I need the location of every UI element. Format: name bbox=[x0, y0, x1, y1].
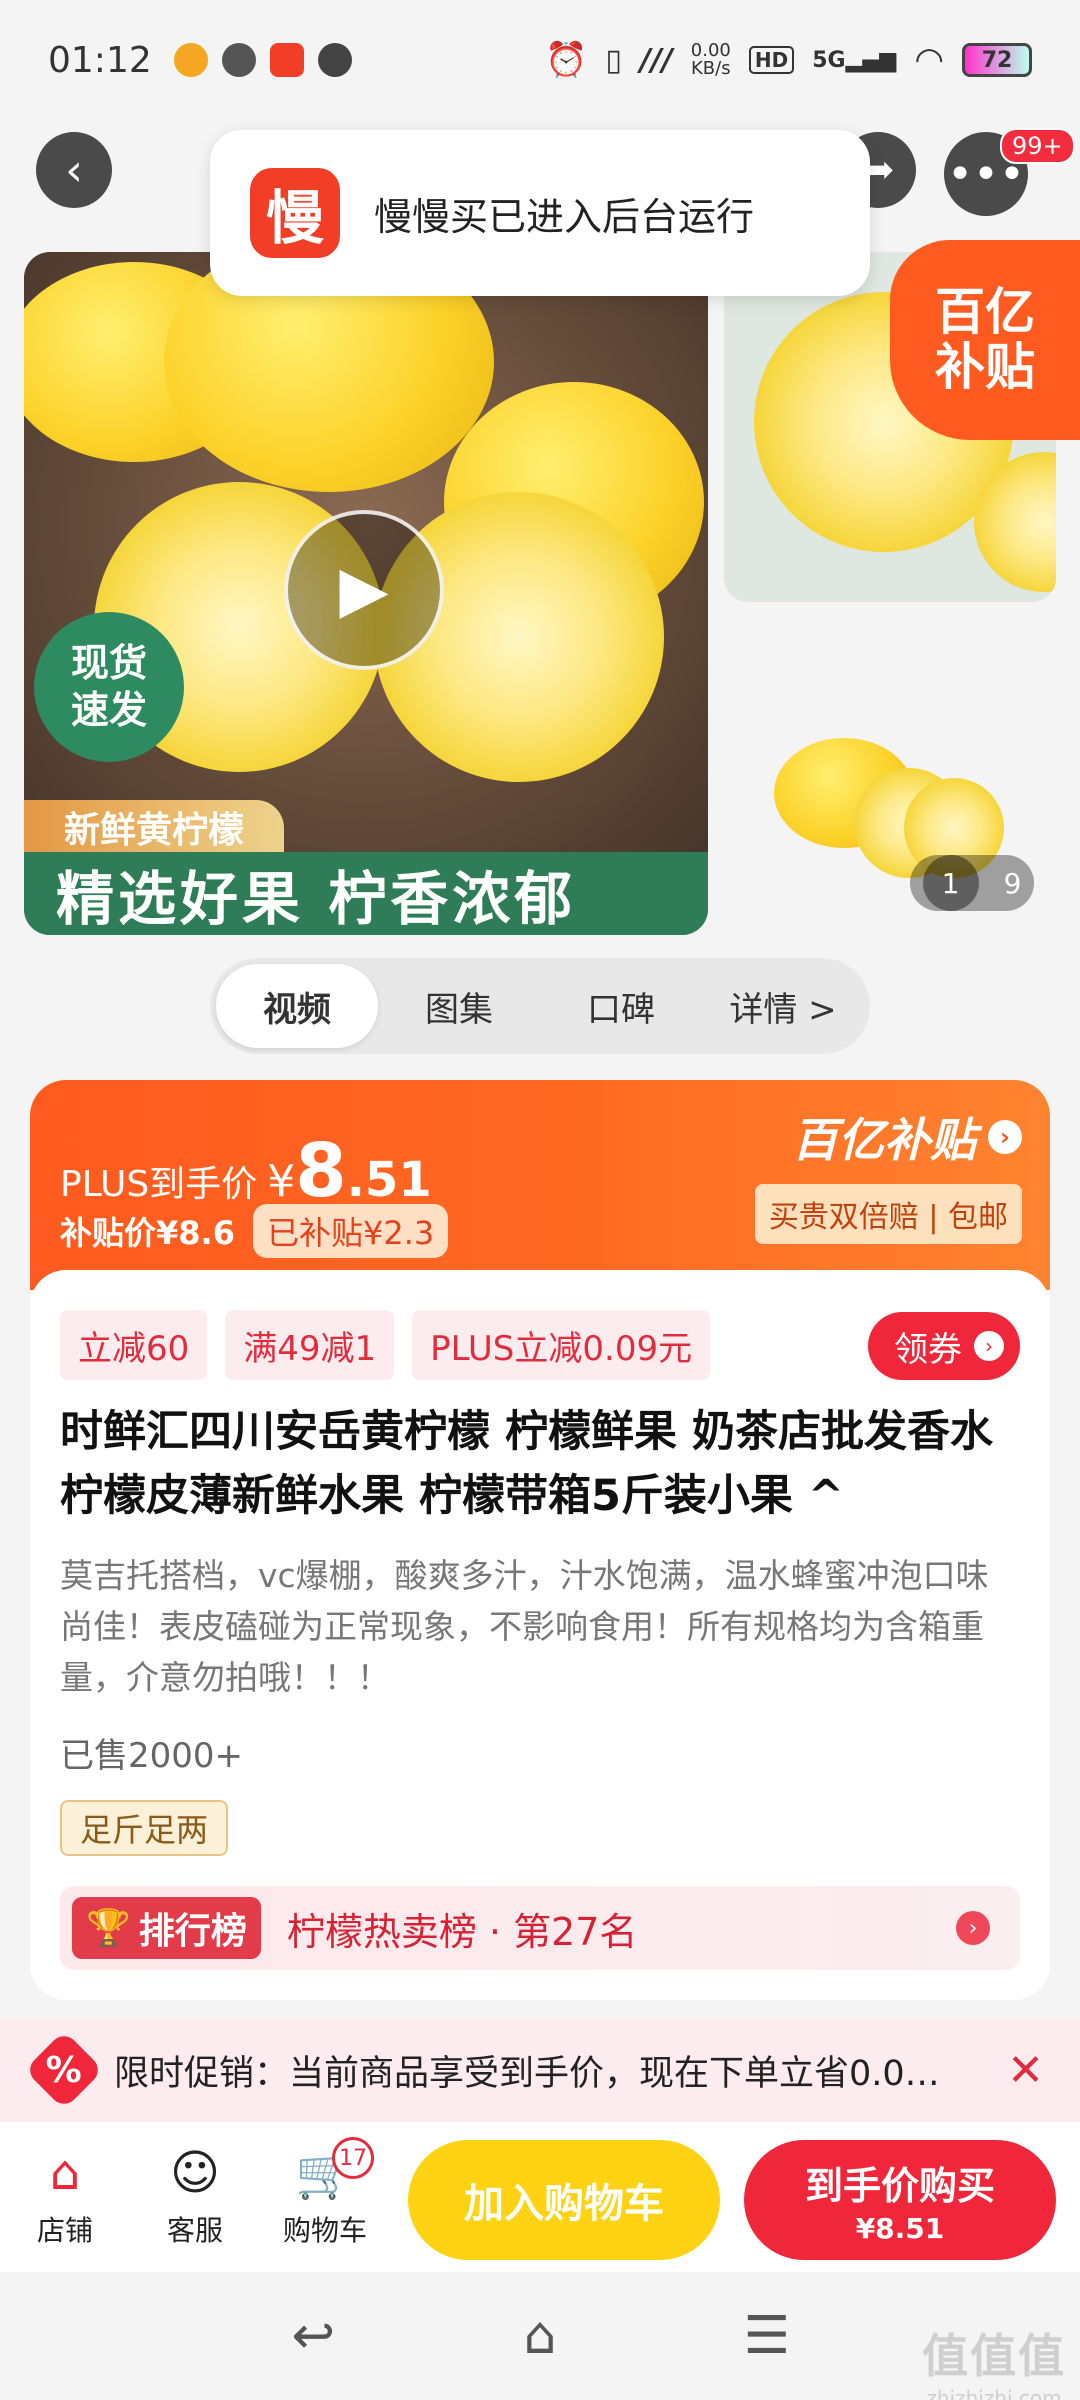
limited-promo-bar[interactable]: % 限时促销：当前商品享受到手价，现在下单立省0.0… ✕ bbox=[0, 2018, 1080, 2122]
status-time: 01:12 bbox=[48, 39, 152, 81]
ranking-badge: 🏆 排行榜 bbox=[72, 1897, 261, 1959]
ranking-badge-label: 排行榜 bbox=[138, 1911, 247, 1952]
main-product-image[interactable]: ▶ 现货 速发 新鲜黄柠檬 精选好果 柠香浓郁 bbox=[24, 252, 708, 935]
chevron-left-icon: ‹ bbox=[65, 144, 83, 196]
wifi-icon: ◠ bbox=[914, 40, 944, 80]
buy-now-button[interactable]: 到手价购买 ¥8.51 bbox=[744, 2140, 1056, 2260]
media-tabs: 视频 图集 口碑 详情 > bbox=[210, 958, 870, 1054]
manmanmai-app-icon bbox=[269, 43, 304, 77]
full-weight-tag: 足斤足两 bbox=[60, 1800, 229, 1856]
product-description: 莫吉托搭档，vc爆棚，酸爽多汁，汁水饱满，温水蜂蜜冲泡口味尚佳！表皮磕碰为正常现… bbox=[60, 1556, 989, 1697]
system-nav-bar: ↩ ⌂ ☰ bbox=[0, 2272, 1080, 2400]
coupon-tag[interactable]: 满49减1 bbox=[225, 1310, 395, 1380]
shop-button[interactable]: ⌂ 店铺 bbox=[0, 2145, 130, 2249]
billion-subsidy-title: 百亿补贴 › bbox=[755, 1104, 1022, 1170]
subsidy-line2: 补贴 bbox=[935, 338, 1035, 396]
app-notification-icon bbox=[173, 43, 208, 77]
message-icon bbox=[317, 43, 352, 77]
vibrate-icon: ▯ bbox=[605, 42, 622, 78]
battery-indicator: 72 bbox=[962, 43, 1032, 77]
tab-video[interactable]: 视频 bbox=[216, 964, 378, 1048]
alarm-icon: ⏰ bbox=[545, 40, 588, 80]
page-current: 1 bbox=[922, 855, 979, 911]
chevron-right-icon: › bbox=[988, 1120, 1022, 1154]
fresh-lemon-tag: 新鲜黄柠檬 bbox=[24, 800, 285, 854]
coupon-list: 立减60 满49减1 PLUS立减0.09元 bbox=[60, 1310, 711, 1380]
product-title[interactable]: 时鲜汇四川安岳黄柠檬 柠檬鲜果 奶茶店批发香水柠檬皮薄新鲜水果 柠檬带箱5斤装小… bbox=[60, 1400, 1020, 1528]
tab-reviews[interactable]: 口碑 bbox=[540, 964, 702, 1048]
product-gallery: ‹ ➦ ••• 99+ 慢 慢慢买已进入后台运行 ▶ 现货 速发 新鲜黄柠檬 精… bbox=[0, 120, 1080, 935]
page-total: 9 bbox=[1003, 866, 1022, 900]
coupon-tag[interactable]: PLUS立减0.09元 bbox=[412, 1310, 711, 1380]
billion-subsidy-label: 百亿补贴 bbox=[792, 1113, 976, 1167]
product-slogan: 精选好果 柠香浓郁 bbox=[24, 852, 708, 935]
ranking-text: 柠檬热卖榜 · 第27名 bbox=[286, 1909, 638, 1954]
double-refund-shipping: 买贵双倍赔 | 包邮 bbox=[754, 1184, 1022, 1244]
buy-now-label: 到手价购买 bbox=[804, 2164, 995, 2208]
ranking-bar[interactable]: 🏆 排行榜 柠檬热卖榜 · 第27名 › bbox=[60, 1886, 1020, 1970]
plus-price: PLUS到手价 ¥ 8 .51 bbox=[60, 1128, 432, 1214]
chevron-right-icon: › bbox=[974, 1331, 1004, 1361]
discount-icon: % bbox=[24, 2030, 104, 2110]
manmanmai-logo: 慢 bbox=[250, 168, 340, 258]
notification-badge: 99+ bbox=[1000, 128, 1075, 164]
close-icon[interactable]: ✕ bbox=[1007, 2045, 1044, 2096]
cart-label: 购物车 bbox=[282, 2214, 367, 2247]
customer-service-button[interactable]: ☺ 客服 bbox=[130, 2145, 260, 2249]
bottom-action-bar: ⌂ 店铺 ☺ 客服 🛒 17 购物车 加入购物车 到手价购买 ¥8.51 bbox=[0, 2122, 1080, 2272]
trophy-icon: 🏆 bbox=[86, 1908, 131, 1949]
currency-symbol: ¥ bbox=[267, 1156, 296, 1207]
chat-smile-icon: ☺ bbox=[169, 2145, 221, 2201]
net-speed: 0.00 KB/s bbox=[690, 40, 731, 79]
shop-label: 店铺 bbox=[36, 2214, 93, 2247]
subsidized-tag: 已补贴¥2.3 bbox=[252, 1204, 449, 1258]
watermark-url: zhizhizhi.com bbox=[926, 2386, 1062, 2400]
play-video-button[interactable]: ▶ bbox=[284, 510, 444, 670]
value-app-icon bbox=[221, 43, 256, 77]
store-icon: ⌂ bbox=[49, 2145, 81, 2201]
price-integer: 8 bbox=[295, 1128, 347, 1214]
promo-text: 限时促销：当前商品享受到手价，现在下单立省0.0… bbox=[114, 2053, 940, 2094]
hd-icon: HD bbox=[748, 46, 795, 74]
subsidy-price-row: 补贴价¥8.6 已补贴¥2.3 bbox=[60, 1204, 449, 1258]
billion-subsidy-badge: 百亿 补贴 bbox=[890, 240, 1080, 440]
back-button[interactable]: ‹ bbox=[36, 132, 112, 208]
price-banner: PLUS到手价 ¥ 8 .51 补贴价¥8.6 已补贴¥2.3 百亿补贴 › 买… bbox=[30, 1080, 1050, 1290]
cart-button[interactable]: 🛒 17 购物车 bbox=[260, 2137, 390, 2249]
add-to-cart-button[interactable]: 加入购物车 bbox=[408, 2140, 720, 2260]
in-stock-badge: 现货 速发 bbox=[34, 612, 184, 762]
watermark: 值值值 zhizhizhi.com bbox=[922, 2320, 1066, 2400]
cart-count-badge: 17 bbox=[332, 2137, 374, 2179]
home-nav-icon[interactable]: ⌂ bbox=[505, 2301, 575, 2371]
gallery-page-indicator: 1 9 bbox=[910, 855, 1034, 911]
in-stock-line1: 现货 bbox=[70, 640, 147, 685]
tab-details[interactable]: 详情 > bbox=[702, 964, 864, 1048]
service-label: 客服 bbox=[166, 2214, 223, 2247]
subsidy-line1: 百亿 bbox=[935, 283, 1035, 341]
price-decimal: .51 bbox=[346, 1152, 432, 1208]
status-bar: 01:12 ⏰ ▯ /// 0.00 KB/s HD 5G▂▄▆ ◠ 72 bbox=[0, 0, 1080, 120]
background-toast: 慢 慢慢买已进入后台运行 bbox=[210, 130, 870, 296]
get-coupon-label: 领券 bbox=[894, 1329, 962, 1370]
signal-icon: 5G▂▄▆ bbox=[812, 47, 897, 73]
toast-text: 慢慢买已进入后台运行 bbox=[374, 194, 755, 239]
get-coupon-button[interactable]: 领券 › bbox=[868, 1312, 1020, 1380]
sold-count: 已售2000+ bbox=[60, 1736, 244, 1776]
menu-nav-icon[interactable]: ☰ bbox=[732, 2301, 802, 2371]
billion-subsidy-link[interactable]: 百亿补贴 › 买贵双倍赔 | 包邮 bbox=[754, 1104, 1022, 1244]
tab-gallery[interactable]: 图集 bbox=[378, 964, 540, 1048]
plus-price-label: PLUS到手价 bbox=[60, 1164, 258, 1205]
chevron-right-icon: › bbox=[956, 1911, 990, 1945]
watermark-logo: 值值值 bbox=[922, 2329, 1066, 2383]
nfc-icon: /// bbox=[639, 42, 673, 78]
back-nav-icon[interactable]: ↩ bbox=[278, 2301, 348, 2371]
subsidy-price: 补贴价¥8.6 bbox=[60, 1214, 235, 1252]
product-details: 立减60 满49减1 PLUS立减0.09元 领券 › 时鲜汇四川安岳黄柠檬 柠… bbox=[30, 1270, 1050, 2000]
in-stock-line2: 速发 bbox=[70, 688, 147, 732]
play-icon: ▶ bbox=[339, 553, 389, 627]
product-info-card: PLUS到手价 ¥ 8 .51 补贴价¥8.6 已补贴¥2.3 百亿补贴 › 买… bbox=[30, 1080, 1050, 2000]
coupon-tag[interactable]: 立减60 bbox=[60, 1310, 208, 1380]
buy-now-price: ¥8.51 bbox=[855, 2212, 945, 2245]
